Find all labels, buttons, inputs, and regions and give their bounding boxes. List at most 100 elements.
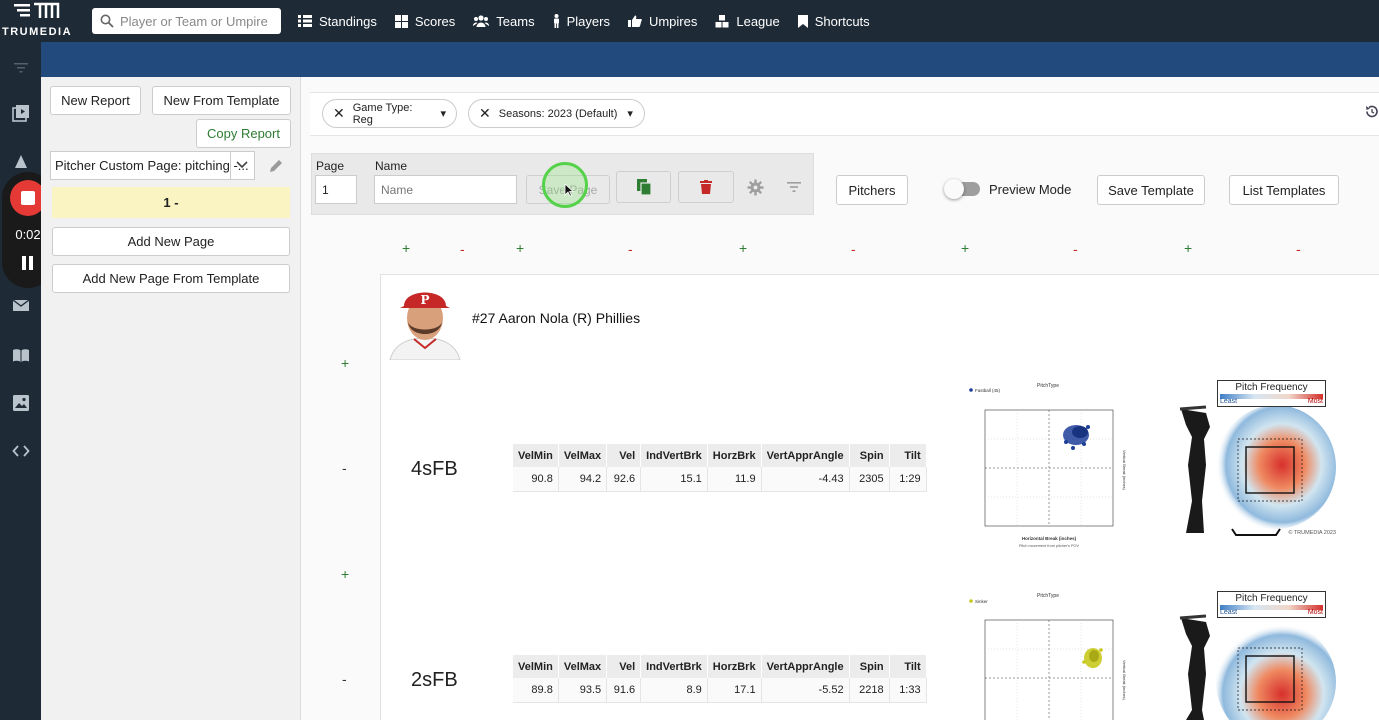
filter-chip-game-type[interactable]: ✕ Game Type: Reg ▾ [322,99,457,128]
column-header[interactable]: VelMin [513,444,559,467]
add-row-button[interactable]: + [341,566,349,582]
main-nav: Standings Scores Teams Players Umpires L… [298,0,888,42]
nav-label: Umpires [648,13,698,29]
page-number-label: Page [316,159,345,173]
column-header[interactable]: Tilt [889,444,927,467]
pitch-stats-table: VelMin VelMax Vel IndVertBrk HorzBrk Ver… [513,444,927,492]
list-templates-button[interactable]: List Templates [1229,175,1339,205]
column-header[interactable]: Tilt [889,655,927,678]
nav-teams[interactable]: Teams [473,14,535,29]
nav-players[interactable]: Players [553,14,610,29]
bat-silhouette [1179,405,1207,411]
save-template-button[interactable]: Save Template [1097,175,1205,205]
cubes-icon [715,14,729,27]
code-icon[interactable] [12,442,30,460]
global-search[interactable] [92,8,281,34]
trumedia-mark-icon [14,2,60,18]
remove-column-button[interactable]: - [628,241,633,257]
column-header[interactable]: HorzBrk [707,655,762,678]
column-header[interactable]: VertApprAngle [761,655,850,678]
plot-title: PitchType [1037,383,1059,389]
person-icon [553,14,559,28]
add-column-button[interactable]: + [402,240,410,256]
remove-column-button[interactable]: - [1296,241,1301,257]
copy-page-button[interactable] [616,171,671,203]
stat-cell: 92.6 [606,467,642,492]
preview-mode-label: Preview Mode [989,182,1072,197]
page-name-input[interactable] [374,175,517,204]
filter-list-icon[interactable] [786,181,802,193]
stat-cell: 94.2 [558,467,608,492]
close-icon[interactable]: ✕ [479,105,491,122]
new-from-template-button[interactable]: New From Template [152,86,291,115]
mail-icon[interactable] [12,296,30,314]
column-header[interactable]: IndVertBrk [640,444,708,467]
add-column-button[interactable]: + [516,240,524,256]
column-header[interactable]: VelMin [513,655,559,678]
top-navbar: TRUMEDIA Standings Scores Teams Players … [0,0,1379,42]
trumedia-logo[interactable]: TRUMEDIA [0,0,80,42]
stat-cell: 15.1 [640,467,708,492]
frequency-legend: Pitch Frequency Least Most [1217,380,1326,407]
add-row-button[interactable]: + [341,355,349,371]
filter-lines-icon[interactable] [12,58,30,76]
column-header[interactable]: VertApprAngle [761,444,850,467]
search-input[interactable] [120,13,270,29]
column-header[interactable]: Spin [849,655,890,678]
remove-column-button[interactable]: - [1073,241,1078,257]
baseball-diamond-icon[interactable] [12,152,30,170]
users-icon [473,15,490,27]
new-report-button[interactable]: New Report [50,86,141,115]
filter-chip-label: Seasons: 2023 (Default) [498,107,618,120]
add-new-page-from-template-button[interactable]: Add New Page From Template [52,264,290,293]
remove-column-button[interactable]: - [460,241,465,257]
edit-pencil-icon[interactable] [268,158,284,174]
column-header[interactable]: Spin [849,444,890,467]
close-icon[interactable]: ✕ [333,105,345,122]
copy-report-button[interactable]: Copy Report [196,119,291,148]
pitch-frequency-heatmap: © TRUMEDIA 2023 [1179,405,1336,536]
bookmark-icon [797,14,808,28]
preview-mode-toggle[interactable] [944,179,980,199]
column-header[interactable]: HorzBrk [707,444,762,467]
heatmap-blob [1216,405,1336,529]
page-number-input[interactable] [315,175,357,204]
secondary-header-bar [41,42,1379,77]
add-column-button[interactable]: + [739,240,747,256]
remove-column-button[interactable]: - [851,241,856,257]
image-gallery-icon[interactable] [12,394,30,412]
pitchers-button[interactable]: Pitchers [836,175,908,205]
nav-umpires[interactable]: Umpires [627,13,698,29]
frequency-least-label: Least [1220,609,1238,616]
frequency-least-label: Least [1220,398,1238,405]
remove-row-button[interactable]: - [342,671,347,687]
add-column-button[interactable]: + [961,240,969,256]
table-header-row: VelMin VelMax Vel IndVertBrk HorzBrk Ver… [513,655,927,678]
column-header[interactable]: Vel [606,444,642,467]
book-icon[interactable] [12,346,30,364]
column-header[interactable]: VelMax [558,655,608,678]
batter-silhouette [1181,409,1210,533]
remove-row-button[interactable]: - [342,460,347,476]
plot-legend: Sinker [975,599,988,604]
nav-standings[interactable]: Standings [298,14,377,29]
nav-shortcuts[interactable]: Shortcuts [797,14,870,29]
nav-scores[interactable]: Scores [394,14,455,29]
delete-page-button[interactable] [678,171,734,203]
add-column-button[interactable]: + [1184,240,1192,256]
page-list-item[interactable]: 1 - [52,187,290,218]
report-select[interactable]: Pitcher Custom Page: pitching -... [50,151,255,180]
add-new-page-button[interactable]: Add New Page [52,227,290,256]
column-header[interactable]: IndVertBrk [640,655,708,678]
reset-history-icon[interactable] [1364,104,1379,119]
stat-cell: 17.1 [707,678,762,703]
video-library-icon[interactable] [12,104,30,122]
gear-icon[interactable] [747,179,764,196]
table-row: 90.8 94.2 92.6 15.1 11.9 -4.43 2305 1:29 [513,467,927,492]
nav-league[interactable]: League [715,14,780,29]
pause-recording-icon[interactable] [22,256,34,270]
column-header[interactable]: Vel [606,655,642,678]
column-header[interactable]: VelMax [558,444,608,467]
thumbs-up-icon [627,15,642,27]
filter-chip-seasons[interactable]: ✕ Seasons: 2023 (Default) ▾ [468,99,645,128]
